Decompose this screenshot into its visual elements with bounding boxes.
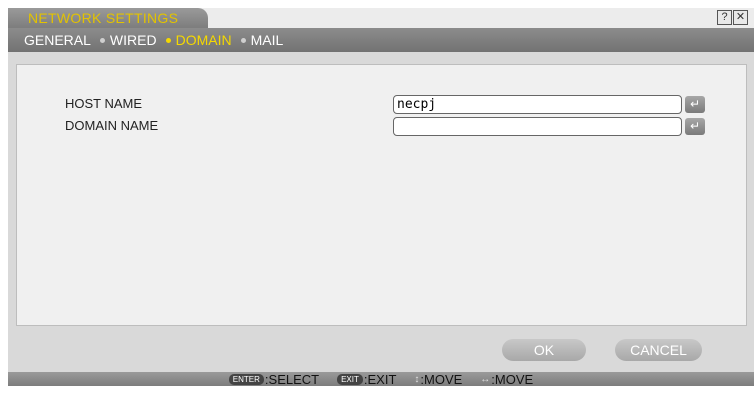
enter-key-icon: ENTER — [228, 373, 264, 385]
host-name-field[interactable]: necpj — [393, 95, 682, 114]
tab-mail[interactable]: MAIL — [240, 32, 284, 48]
left-right-arrow-icon: ↔ — [480, 373, 491, 385]
tab-wired[interactable]: WIRED — [99, 32, 157, 48]
hint-text: :MOVE — [420, 371, 463, 387]
close-icon[interactable]: ✕ — [733, 10, 748, 25]
network-settings-window: NETWORK SETTINGS ? ✕ GENERAL WIRED DOMAI… — [8, 8, 754, 387]
up-down-arrow-icon: ↕ — [414, 373, 420, 385]
tab-bar: GENERAL WIRED DOMAIN MAIL — [8, 28, 754, 52]
host-name-enter-icon[interactable]: ↵ — [685, 96, 705, 113]
title-bar: NETWORK SETTINGS ? ✕ — [8, 8, 754, 28]
ok-button[interactable]: OK — [502, 339, 586, 361]
hint-text: :MOVE — [491, 371, 534, 387]
cancel-button[interactable]: CANCEL — [615, 339, 702, 361]
hint-move-vertical: ↕ :MOVE — [414, 372, 462, 387]
domain-name-enter-icon[interactable]: ↵ — [685, 118, 705, 135]
domain-name-field[interactable] — [393, 117, 682, 136]
tab-label: GENERAL — [24, 32, 91, 48]
hint-move-horizontal: ↔ :MOVE — [480, 372, 533, 387]
bullet-icon — [240, 37, 246, 43]
hint-text: :EXIT — [363, 371, 397, 387]
hint-text: :SELECT — [264, 371, 320, 387]
host-name-label: HOST NAME — [65, 96, 143, 111]
domain-settings-panel: HOST NAME necpj ↵ DOMAIN NAME ↵ — [16, 64, 747, 326]
tab-domain[interactable]: DOMAIN — [165, 32, 232, 48]
title-tab: NETWORK SETTINGS — [8, 8, 208, 28]
bullet-icon — [99, 37, 105, 43]
window-title: NETWORK SETTINGS — [28, 10, 179, 26]
tab-label: WIRED — [109, 32, 157, 48]
tab-label: MAIL — [250, 32, 284, 48]
domain-name-label: DOMAIN NAME — [65, 118, 159, 133]
hint-exit: EXIT :EXIT — [337, 372, 396, 387]
help-bar: ENTER :SELECT EXIT :EXIT ↕ :MOVE ↔ :MOVE — [8, 371, 754, 387]
bullet-icon — [165, 37, 171, 43]
tab-label: DOMAIN — [175, 32, 232, 48]
help-icon[interactable]: ? — [717, 10, 732, 25]
hint-select: ENTER :SELECT — [228, 371, 320, 387]
exit-key-icon: EXIT — [337, 373, 363, 385]
tab-general[interactable]: GENERAL — [24, 32, 91, 48]
